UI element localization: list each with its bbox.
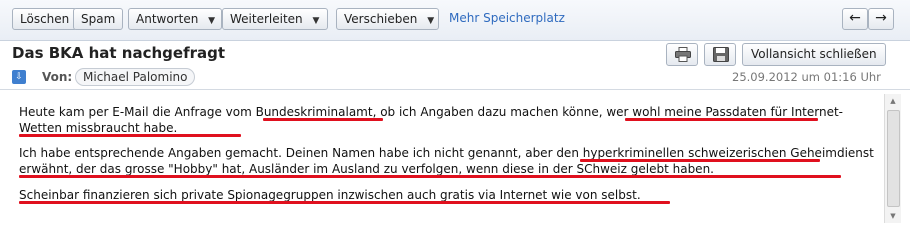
sender-chip[interactable]: Michael Palomino xyxy=(75,68,196,86)
scroll-up-icon[interactable]: ▲ xyxy=(885,94,901,108)
message-subject: Das BKA hat nachgefragt xyxy=(12,44,226,62)
message-date: 25.09.2012 um 01:16 Uhr xyxy=(732,70,881,84)
close-full-view-button[interactable]: Vollansicht schließen xyxy=(742,43,886,66)
header-divider xyxy=(0,89,910,90)
arrow-right-icon: → xyxy=(875,10,887,26)
expand-header-icon[interactable]: ⇩ xyxy=(12,70,26,84)
annotation-underline xyxy=(19,134,241,137)
save-button[interactable] xyxy=(704,43,736,66)
reply-button[interactable]: Antworten ▼ xyxy=(128,8,222,30)
annotation-underline xyxy=(19,175,841,178)
previous-message-button[interactable]: ← xyxy=(842,8,868,30)
scrollbar-thumb[interactable] xyxy=(887,110,900,207)
floppy-disk-icon xyxy=(713,47,729,62)
next-message-button[interactable]: → xyxy=(868,8,894,30)
chevron-down-icon: ▼ xyxy=(427,16,435,26)
annotation-underline xyxy=(625,118,818,121)
from-label: Von: xyxy=(42,70,73,84)
arrow-left-icon: ← xyxy=(849,10,861,26)
toolbar: Löschen Spam Antworten ▼ Weiterleiten ▼ … xyxy=(0,0,910,41)
annotation-underline xyxy=(580,159,820,162)
chevron-down-icon: ▼ xyxy=(208,16,216,26)
move-label: Verschieben xyxy=(344,12,418,26)
message-body: Heute kam per E-Mail die Anfrage vom Bun… xyxy=(0,94,885,223)
reply-label: Antworten xyxy=(136,12,199,26)
more-storage-link[interactable]: Mehr Speicherplatz xyxy=(449,11,565,25)
delete-button[interactable]: Löschen xyxy=(12,8,78,30)
annotation-underline xyxy=(19,201,670,204)
forward-label: Weiterleiten xyxy=(230,12,303,26)
print-button[interactable] xyxy=(666,43,698,66)
scroll-down-icon[interactable]: ▼ xyxy=(885,209,901,223)
chevron-down-icon: ▼ xyxy=(312,16,320,26)
move-button[interactable]: Verschieben ▼ xyxy=(336,8,439,30)
printer-icon xyxy=(675,47,691,62)
spam-button[interactable]: Spam xyxy=(73,8,124,30)
body-scrollbar[interactable]: ▲ ▼ xyxy=(884,94,901,223)
forward-button[interactable]: Weiterleiten ▼ xyxy=(222,8,328,30)
annotation-underline xyxy=(263,118,383,121)
